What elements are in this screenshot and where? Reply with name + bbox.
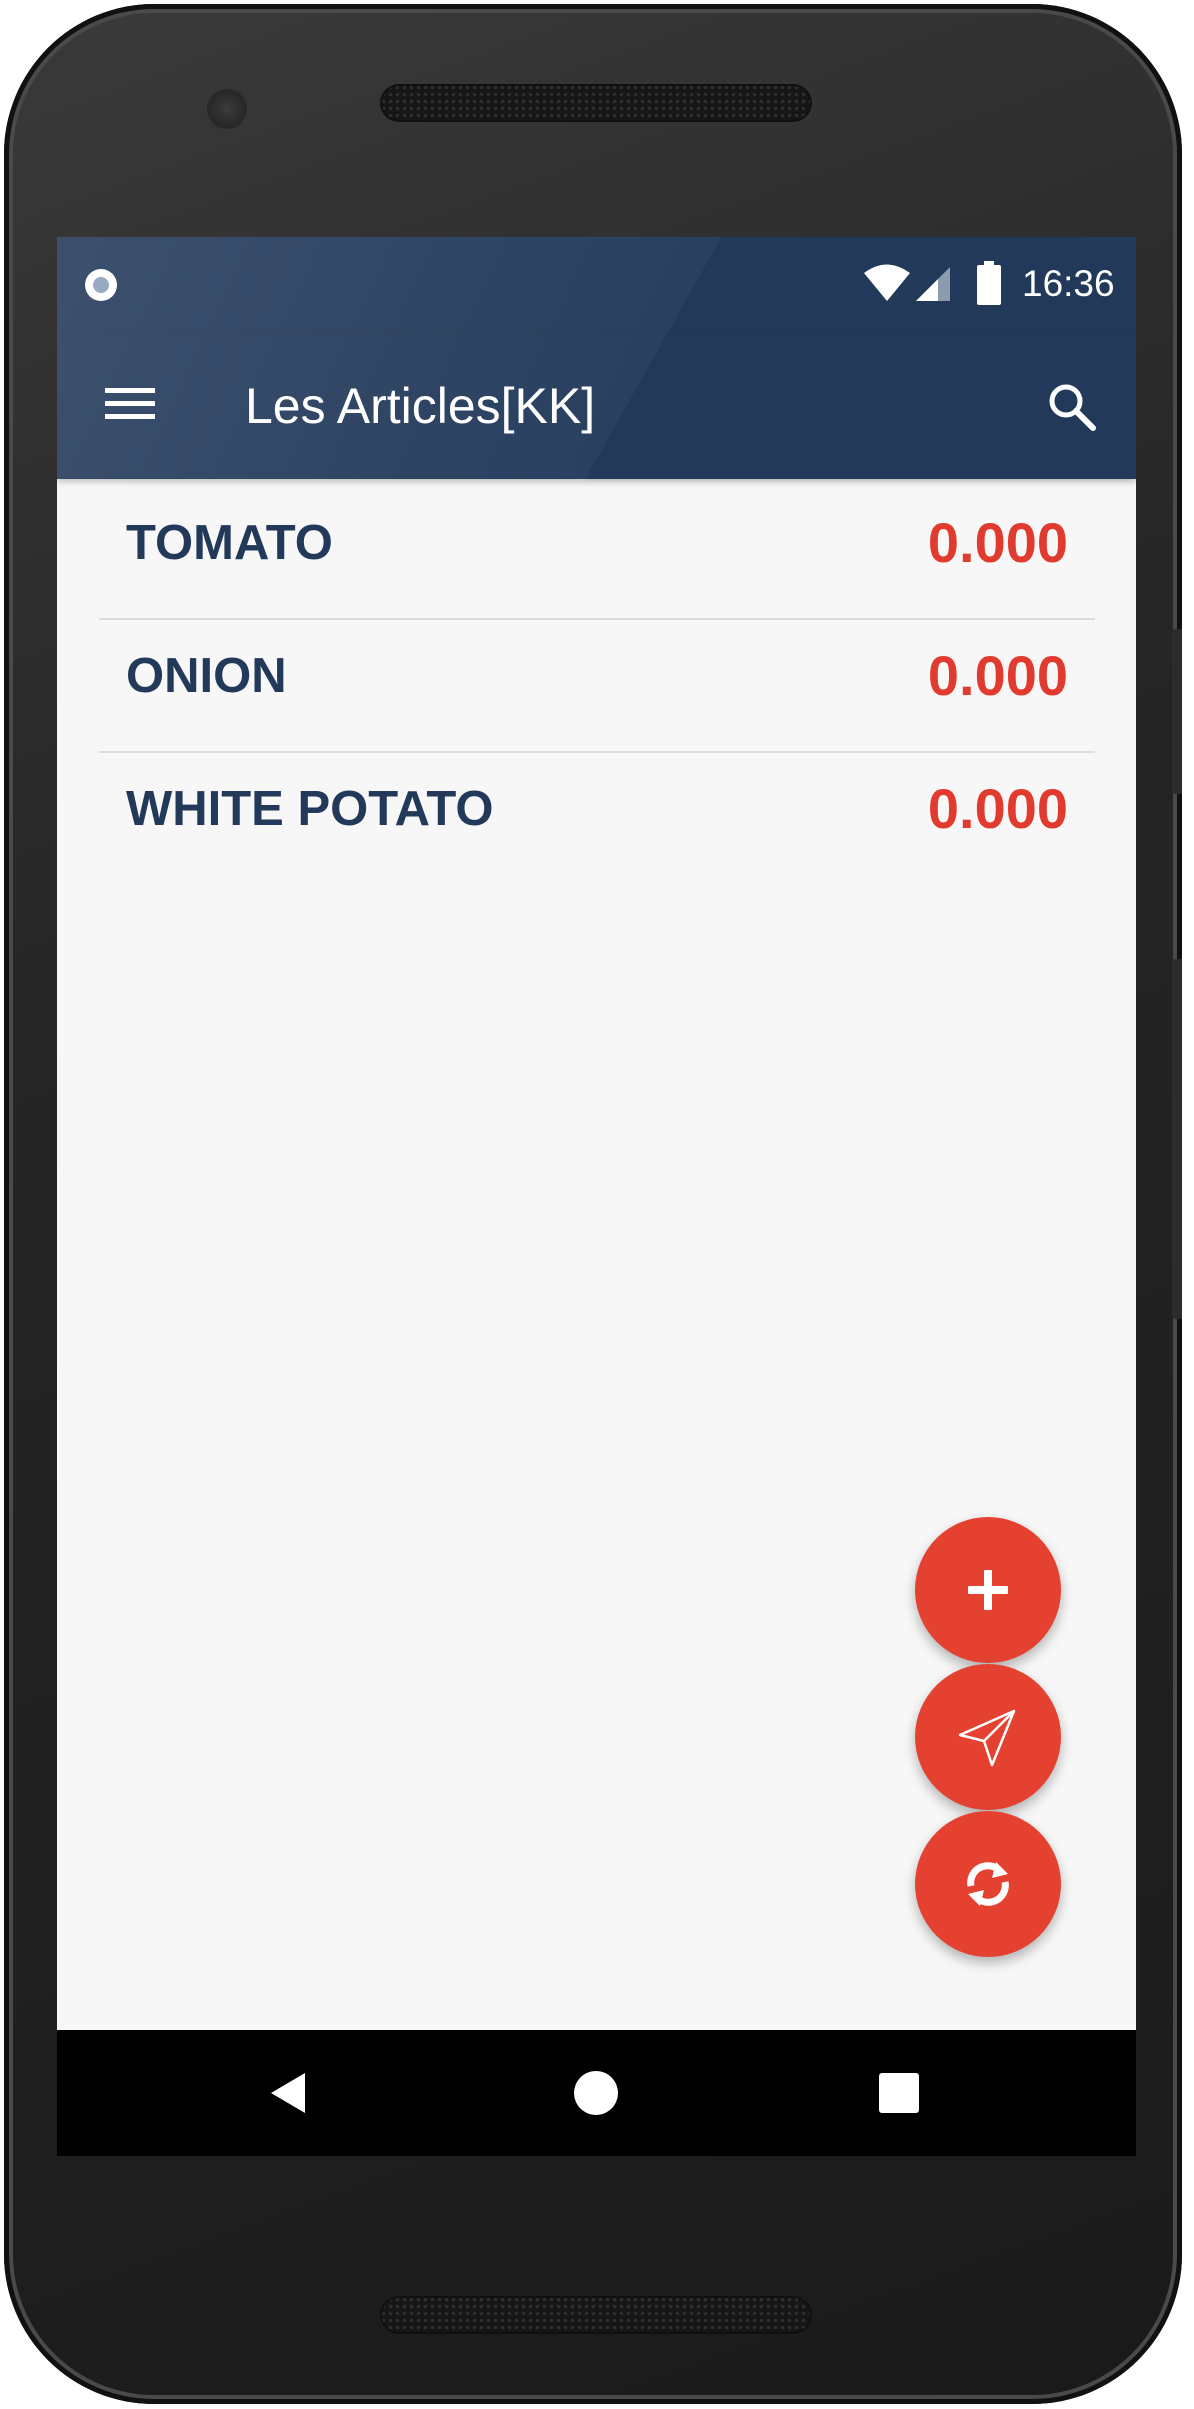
list-item[interactable]: WHITE POTATO 0.000 [99, 753, 1095, 884]
sync-button[interactable] [915, 1811, 1061, 1957]
status-time: 16:36 [1022, 263, 1115, 304]
recents-icon[interactable] [879, 2073, 919, 2113]
plus-icon [968, 1570, 1008, 1610]
article-list: TOMATO 0.000 ONION 0.000 WHITE POTATO 0.… [99, 487, 1095, 884]
phone-frame: 16:36 Les Articles[KK] TOMATO 0.000 ONIO… [4, 4, 1182, 2404]
article-name: ONION [126, 649, 287, 703]
volume-button [1172, 959, 1182, 1319]
article-value: 0.000 [927, 777, 1068, 840]
article-value: 0.000 [927, 511, 1068, 574]
status-bar: 16:36 [57, 237, 1136, 333]
bottom-speaker [380, 2296, 812, 2334]
search-icon[interactable] [1046, 381, 1098, 433]
list-item[interactable]: TOMATO 0.000 [99, 487, 1095, 620]
wifi-icon [864, 264, 910, 301]
back-icon[interactable] [269, 2071, 307, 2115]
page-title: Les Articles[KK] [245, 378, 596, 434]
notification-icon [85, 269, 117, 301]
article-value: 0.000 [927, 644, 1068, 707]
list-item[interactable]: ONION 0.000 [99, 620, 1095, 753]
menu-icon[interactable] [103, 383, 157, 423]
screen: 16:36 Les Articles[KK] TOMATO 0.000 ONIO… [57, 237, 1136, 2156]
article-name: TOMATO [126, 516, 333, 570]
navigation-bar [57, 2030, 1136, 2156]
top-speaker [380, 84, 812, 122]
send-icon [958, 1709, 1016, 1767]
article-name: WHITE POTATO [126, 782, 494, 836]
sync-icon [967, 1862, 1009, 1906]
power-button [1172, 629, 1182, 794]
app-bar: Les Articles[KK] [57, 333, 1136, 479]
battery-icon [977, 261, 1001, 305]
signal-icon [916, 267, 950, 301]
front-camera [207, 89, 247, 129]
send-button[interactable] [915, 1664, 1061, 1810]
add-button[interactable] [915, 1517, 1061, 1663]
home-icon[interactable] [574, 2071, 618, 2115]
